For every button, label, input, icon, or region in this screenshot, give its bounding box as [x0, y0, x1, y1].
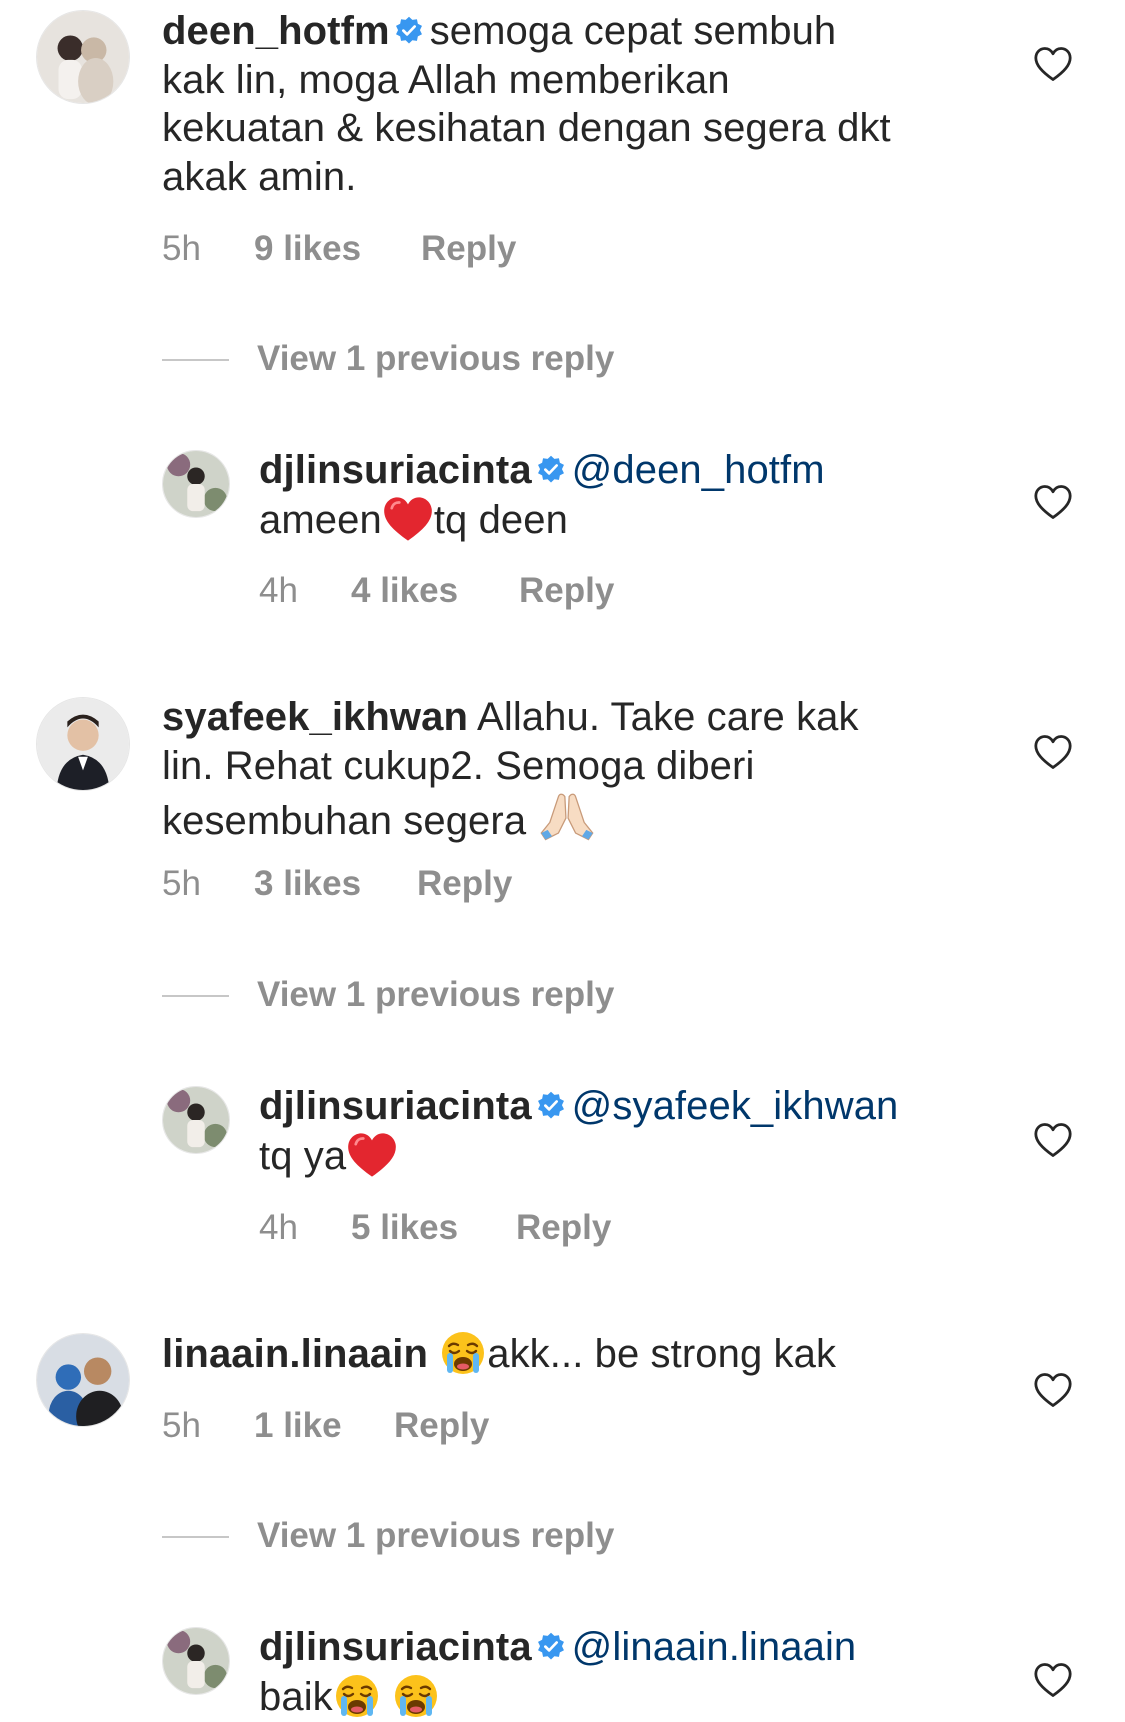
verified-icon — [536, 1091, 566, 1121]
comment-line: kesembuhan segera — [162, 799, 527, 843]
heart-icon[interactable] — [1033, 484, 1073, 520]
heart-icon[interactable] — [1033, 46, 1073, 82]
loudly-crying-face-emoji — [392, 1672, 440, 1720]
loudly-crying-face-emoji — [439, 1329, 487, 1377]
heart-icon[interactable] — [1033, 1662, 1073, 1698]
heart-icon[interactable] — [1033, 734, 1073, 770]
divider — [162, 1536, 229, 1538]
reply-text: djlinsuriacinta @syafeek_ikhwan tq ya — [259, 1082, 1079, 1180]
comment-text: linaain.linaain akk... be strong kak — [162, 1329, 982, 1379]
reply-line: tq deen — [433, 497, 568, 542]
heart-icon[interactable] — [1033, 1122, 1073, 1158]
avatar[interactable] — [162, 1086, 230, 1154]
heart-icon[interactable] — [1033, 1372, 1073, 1408]
view-replies-label[interactable]: View 1 previous reply — [257, 339, 614, 379]
folded-hands-emoji — [537, 790, 597, 844]
comment-meta: 5h 9 likes Reply — [162, 229, 862, 273]
comment-meta: 5h 3 likes Reply — [162, 864, 862, 908]
mention-link[interactable]: @deen_hotfm — [572, 448, 825, 492]
verified-icon — [536, 455, 566, 485]
username[interactable]: djlinsuriacinta — [259, 1084, 532, 1128]
comment-line: kekuatan & kesihatan dengan segera dkt — [162, 106, 891, 150]
avatar[interactable] — [162, 450, 230, 518]
verified-icon — [394, 16, 424, 46]
reply-meta: 4h 4 likes Reply — [259, 571, 959, 615]
reply-text: djlinsuriacinta @deen_hotfm ameen tq deen — [259, 446, 1079, 544]
username[interactable]: linaain.linaain — [162, 1332, 428, 1376]
timestamp: 4h — [259, 571, 298, 610]
likes-count[interactable]: 3 likes — [254, 864, 361, 904]
reply-button[interactable]: Reply — [519, 571, 614, 611]
reply-line: tq ya — [259, 1133, 347, 1178]
comment-line: semoga cepat sembuh — [429, 9, 837, 53]
reply-button[interactable]: Reply — [394, 1406, 489, 1446]
view-previous-replies[interactable]: View 1 previous reply — [162, 1516, 862, 1556]
likes-count[interactable]: 9 likes — [254, 229, 361, 269]
timestamp: 4h — [259, 1208, 298, 1247]
timestamp: 5h — [162, 1406, 201, 1445]
reply-button[interactable]: Reply — [417, 864, 512, 904]
verified-icon — [536, 1632, 566, 1662]
loudly-crying-face-emoji — [333, 1672, 381, 1720]
mention-link[interactable]: @syafeek_ikhwan — [572, 1084, 899, 1128]
reply-text: djlinsuriacinta @linaain.linaain baik — [259, 1623, 1079, 1721]
red-heart-emoji — [382, 495, 434, 543]
comment-meta: 5h 1 like Reply — [162, 1406, 862, 1450]
username[interactable]: djlinsuriacinta — [259, 448, 532, 492]
comment-line: Allahu. Take care kak — [477, 695, 859, 739]
reply-button[interactable]: Reply — [516, 1208, 611, 1248]
divider — [162, 359, 229, 361]
view-replies-label[interactable]: View 1 previous reply — [257, 975, 614, 1015]
avatar[interactable] — [162, 1627, 230, 1695]
comment-line: lin. Rehat cukup2. Semoga diberi — [162, 743, 755, 788]
mention-link[interactable]: @linaain.linaain — [572, 1625, 857, 1669]
likes-count[interactable]: 1 like — [254, 1406, 342, 1446]
timestamp: 5h — [162, 864, 201, 903]
reply-line: ameen — [259, 497, 382, 542]
comment-line: akak amin. — [162, 154, 357, 199]
likes-count[interactable]: 4 likes — [351, 571, 458, 611]
divider — [162, 995, 229, 997]
reply-meta: 4h 5 likes Reply — [259, 1208, 959, 1252]
avatar[interactable] — [36, 697, 130, 791]
username[interactable]: deen_hotfm — [162, 9, 390, 53]
view-previous-replies[interactable]: View 1 previous reply — [162, 339, 862, 379]
username[interactable]: syafeek_ikhwan — [162, 695, 468, 739]
likes-count[interactable]: 5 likes — [351, 1208, 458, 1248]
avatar[interactable] — [36, 10, 130, 104]
username[interactable]: djlinsuriacinta — [259, 1625, 532, 1669]
reply-line: baik — [259, 1674, 333, 1719]
comment-line: akk... be strong kak — [487, 1332, 837, 1376]
timestamp: 5h — [162, 229, 201, 268]
comment-line: kak lin, moga Allah memberikan — [162, 57, 730, 102]
avatar[interactable] — [36, 1333, 130, 1427]
view-replies-label[interactable]: View 1 previous reply — [257, 1516, 614, 1556]
reply-button[interactable]: Reply — [421, 229, 516, 269]
comment-text: deen_hotfm semoga cepat sembuh kak lin, m… — [162, 7, 982, 201]
comment-text: syafeek_ikhwan Allahu. Take care kak lin… — [162, 693, 982, 846]
view-previous-replies[interactable]: View 1 previous reply — [162, 975, 862, 1015]
red-heart-emoji — [346, 1131, 398, 1179]
